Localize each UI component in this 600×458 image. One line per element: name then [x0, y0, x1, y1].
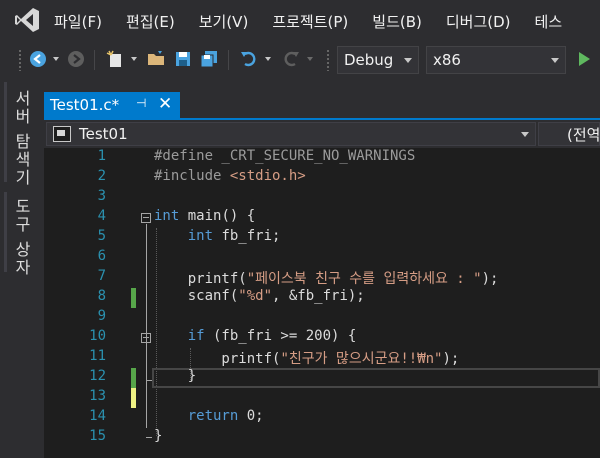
back-dropdown-icon[interactable]	[50, 48, 62, 70]
configuration-value: Debug	[344, 51, 394, 69]
menu-edit[interactable]: 편집(E)	[126, 11, 175, 32]
code-line: 9	[44, 308, 600, 328]
menu-project[interactable]: 프로젝트(P)	[272, 11, 348, 32]
menu-test[interactable]: 테스	[535, 11, 563, 32]
menu-build[interactable]: 빌드(B)	[372, 11, 422, 32]
line-number: 5	[97, 228, 106, 244]
code-line: 1 #define _CRT_SECURE_NO_WARNINGS	[44, 148, 600, 168]
navigation-bar: Test01 (전역	[44, 120, 600, 148]
line-number: 7	[97, 268, 106, 284]
open-file-icon[interactable]	[146, 48, 168, 70]
code-line: 6	[44, 248, 600, 268]
toolbar-separator	[94, 50, 95, 70]
toolbox-tab-indicator	[4, 192, 7, 272]
visual-studio-logo-icon	[15, 8, 39, 32]
server-explorer-tab-indicator	[4, 82, 7, 182]
save-icon[interactable]	[172, 48, 194, 70]
code-line: 13	[44, 388, 600, 408]
undo-icon[interactable]	[238, 48, 260, 70]
new-project-icon[interactable]	[104, 48, 126, 70]
code-line: 7 printf("페이스북 친구 수를 입력하세요 : ");	[44, 268, 600, 288]
project-scope-select[interactable]: Test01	[46, 122, 536, 146]
redo-dropdown-icon[interactable]	[304, 48, 316, 70]
close-icon[interactable]: ✕	[158, 94, 172, 114]
toolbar-grip[interactable]	[326, 49, 330, 71]
line-number: 4	[97, 208, 106, 224]
toolbar-grip[interactable]	[18, 49, 22, 71]
line-number: 8	[97, 288, 106, 304]
code-line: 15 }	[44, 428, 600, 448]
line-text: #include <stdio.h>	[154, 168, 306, 184]
code-line: 14 return 0;	[44, 408, 600, 428]
code-line: 8 scanf("%d", &fb_fri);	[44, 288, 600, 308]
menu-view[interactable]: 보기(V)	[199, 11, 249, 32]
document-tab[interactable]: Test01.c* ⊣ ✕	[44, 92, 180, 118]
pin-icon[interactable]: ⊣	[136, 96, 146, 110]
line-number: 3	[97, 188, 106, 204]
start-debugging-icon[interactable]	[574, 48, 594, 70]
code-line: 11 printf("친구가 많으시군요!!₩n");	[44, 348, 600, 368]
member-scope-value: (전역	[567, 125, 600, 144]
code-line: 2 #include <stdio.h>	[44, 168, 600, 188]
line-text: return 0;	[187, 408, 264, 424]
redo-icon[interactable]	[280, 48, 302, 70]
code-editor[interactable]: 1 #define _CRT_SECURE_NO_WARNINGS 2 #inc…	[44, 148, 600, 458]
line-text: int main() {	[154, 208, 256, 224]
line-number: 2	[97, 168, 106, 184]
undo-dropdown-icon[interactable]	[262, 48, 274, 70]
code-line: 10 if (fb_fri >= 200) {	[44, 328, 600, 348]
new-project-dropdown-icon[interactable]	[128, 48, 140, 70]
platform-value: x86	[433, 51, 461, 69]
chevron-down-icon	[521, 132, 529, 137]
line-number: 15	[89, 428, 106, 444]
project-scope-value: Test01	[79, 125, 128, 143]
project-icon	[53, 126, 71, 142]
line-text: #define _CRT_SECURE_NO_WARNINGS	[154, 148, 416, 164]
code-line: 4 int main() {	[44, 208, 600, 228]
toolbar: Debug x86	[0, 42, 600, 78]
line-number: 12	[89, 368, 106, 384]
line-number: 6	[97, 248, 106, 264]
document-tab-label: Test01.c*	[50, 96, 120, 114]
line-number: 11	[89, 348, 106, 364]
chevron-down-icon	[551, 58, 559, 63]
menu-debug[interactable]: 디버그(D)	[446, 11, 511, 32]
menu-items: 파일(F) 편집(E) 보기(V) 프로젝트(P) 빌드(B) 디버그(D) 테…	[54, 11, 586, 32]
line-number: 9	[97, 308, 106, 324]
line-number: 10	[89, 328, 106, 344]
server-explorer-tab[interactable]: 서버 탐색기	[9, 90, 33, 187]
platform-select[interactable]: x86	[426, 46, 566, 74]
line-number: 14	[89, 408, 106, 424]
save-all-icon[interactable]	[198, 48, 220, 70]
chevron-down-icon	[404, 58, 412, 63]
configuration-select[interactable]: Debug	[337, 46, 419, 74]
toolbar-separator	[228, 50, 229, 70]
line-text: }	[154, 368, 197, 384]
side-panel: 서버 탐색기 도구 상자	[0, 78, 38, 458]
line-text: }	[154, 428, 163, 444]
member-scope-select[interactable]: (전역	[538, 122, 600, 146]
code-line: 5 int fb_fri;	[44, 228, 600, 248]
code-line: 12 }	[44, 368, 600, 388]
line-number: 13	[89, 388, 106, 404]
line-number: 1	[97, 148, 106, 164]
menu-file[interactable]: 파일(F)	[54, 11, 102, 32]
line-text: if (fb_fri >= 200) {	[187, 328, 357, 344]
line-text: printf("친구가 많으시군요!!₩n");	[154, 351, 460, 367]
line-text: scanf("%d", &fb_fri);	[154, 288, 365, 304]
code-line: 3	[44, 188, 600, 208]
forward-icon[interactable]	[66, 48, 86, 70]
line-text: int fb_fri;	[187, 228, 281, 244]
line-text: printf("페이스북 친구 수를 입력하세요 : ");	[154, 271, 499, 287]
menu-bar: 파일(F) 편집(E) 보기(V) 프로젝트(P) 빌드(B) 디버그(D) 테…	[0, 0, 600, 42]
toolbox-tab[interactable]: 도구 상자	[9, 198, 33, 277]
back-icon[interactable]	[28, 48, 48, 70]
